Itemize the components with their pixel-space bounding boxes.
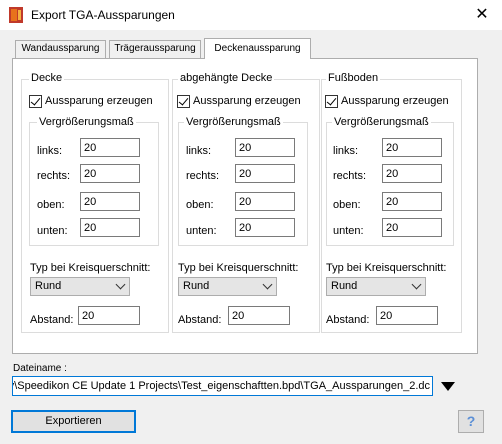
close-icon[interactable]: ✕	[470, 4, 494, 26]
chevron-down-icon	[411, 279, 422, 290]
select-value: Rund	[331, 280, 358, 292]
tab-wandaussparung[interactable]: Wandaussparung	[15, 40, 106, 58]
input-links-fussboden[interactable]	[382, 138, 442, 157]
label-unten: unten:	[37, 225, 68, 237]
label-typ-kreisquerschnitt: Typ bei Kreisquerschnitt:	[30, 262, 151, 274]
label-abstand: Abstand:	[30, 314, 74, 326]
select-value: Rund	[35, 280, 62, 292]
dateiname-value: ey\Speedikon CE Update 1 Projects\Test_e…	[12, 380, 430, 392]
select-typ-decke[interactable]: Rund	[30, 277, 130, 296]
input-rechts-fussboden[interactable]	[382, 164, 442, 183]
input-unten-decke[interactable]	[80, 218, 140, 237]
label-unten: unten:	[186, 225, 217, 237]
select-typ-fussboden[interactable]: Rund	[326, 277, 426, 296]
checkbox-label: Aussparung erzeugen	[45, 95, 153, 107]
label-oben: oben:	[333, 199, 361, 211]
group-title-abgehaengte-decke: abgehängte Decke	[178, 72, 275, 84]
input-oben-fussboden[interactable]	[382, 192, 442, 211]
label-rechts: rechts:	[333, 170, 367, 182]
chevron-down-icon	[115, 279, 126, 290]
label-abstand: Abstand:	[326, 314, 370, 326]
help-button[interactable]: ?	[458, 410, 484, 433]
input-links-decke[interactable]	[80, 138, 140, 157]
tab-traegeraussparung[interactable]: Trägeraussparung	[109, 40, 201, 58]
select-typ-abgehaengte-decke[interactable]: Rund	[178, 277, 277, 296]
label-oben: oben:	[186, 199, 214, 211]
triangle-down-icon	[441, 382, 455, 391]
dateiname-dropdown-button[interactable]	[439, 378, 457, 395]
subgroup-title: Vergrößerungsmaß	[184, 116, 283, 128]
input-unten-fussboden[interactable]	[382, 218, 442, 237]
export-button[interactable]: Exportieren	[11, 410, 136, 433]
label-abstand: Abstand:	[178, 314, 222, 326]
aussparung-checkbox-decke[interactable]	[29, 94, 42, 108]
subgroup-title: Vergrößerungsmaß	[332, 116, 431, 128]
checkbox-row-abgehaengte-decke[interactable]: Aussparung erzeugen	[177, 94, 301, 108]
group-title-decke: Decke	[29, 72, 65, 84]
subgroup-title: Vergrößerungsmaß	[37, 116, 136, 128]
input-abstand-decke[interactable]	[78, 306, 140, 325]
input-abstand-abgehaengte-decke[interactable]	[228, 306, 290, 325]
tab-deckenaussparung[interactable]: Deckenaussparung	[204, 38, 311, 59]
input-oben-decke[interactable]	[80, 192, 140, 211]
checkbox-row-fussboden[interactable]: Aussparung erzeugen	[325, 94, 449, 108]
export-dialog: Export TGA-Aussparungen ✕ Wandaussparung…	[0, 0, 502, 444]
input-unten-abgehaengte-decke[interactable]	[235, 218, 295, 237]
input-rechts-decke[interactable]	[80, 164, 140, 183]
aussparung-checkbox-fussboden[interactable]	[325, 94, 338, 108]
input-rechts-abgehaengte-decke[interactable]	[235, 164, 295, 183]
chevron-down-icon	[262, 279, 273, 290]
checkbox-row-decke[interactable]: Aussparung erzeugen	[29, 94, 153, 108]
group-title-fussboden: Fußboden	[326, 72, 381, 84]
checkbox-label: Aussparung erzeugen	[193, 95, 301, 107]
label-unten: unten:	[333, 225, 364, 237]
window-title: Export TGA-Aussparungen	[31, 8, 175, 22]
label-links: links:	[186, 145, 212, 157]
input-abstand-fussboden[interactable]	[376, 306, 438, 325]
title-bar: Export TGA-Aussparungen ✕	[0, 0, 502, 30]
input-links-abgehaengte-decke[interactable]	[235, 138, 295, 157]
select-value: Rund	[183, 280, 210, 292]
label-typ-kreisquerschnitt: Typ bei Kreisquerschnitt:	[326, 262, 447, 274]
label-typ-kreisquerschnitt: Typ bei Kreisquerschnitt:	[178, 262, 299, 274]
label-links: links:	[333, 145, 359, 157]
aussparung-checkbox-abgehaengte-decke[interactable]	[177, 94, 190, 108]
app-icon	[9, 7, 23, 23]
label-rechts: rechts:	[37, 170, 71, 182]
input-oben-abgehaengte-decke[interactable]	[235, 192, 295, 211]
label-oben: oben:	[37, 199, 65, 211]
dateiname-label: Dateiname :	[13, 363, 67, 374]
label-rechts: rechts:	[186, 170, 220, 182]
label-links: links:	[37, 145, 63, 157]
checkbox-label: Aussparung erzeugen	[341, 95, 449, 107]
dateiname-input[interactable]: ey\Speedikon CE Update 1 Projects\Test_e…	[12, 376, 433, 396]
